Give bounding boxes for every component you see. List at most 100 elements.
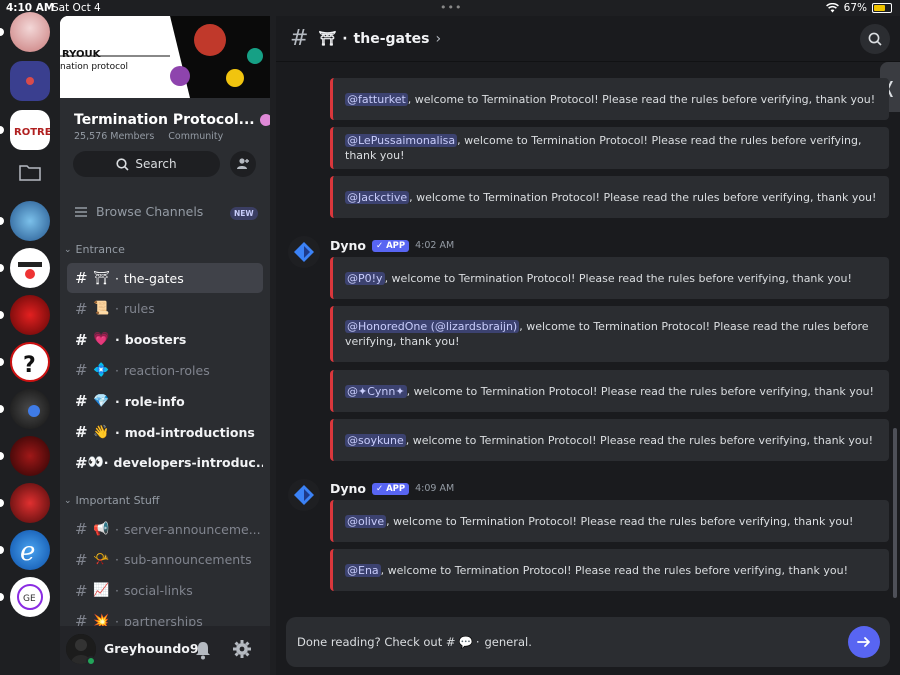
server-icon[interactable] <box>10 248 50 288</box>
sidebar-item-boosters[interactable]: # 💗 · boosters <box>67 325 263 355</box>
guild-name[interactable]: Termination Protocol... › <box>74 112 270 128</box>
user-mention[interactable]: @Ena <box>345 563 381 577</box>
user-mention[interactable]: @✦Cynn✦ <box>345 384 407 398</box>
dyno-bot-icon[interactable] <box>288 479 320 511</box>
message-timestamp: 4:02 AM <box>415 240 455 251</box>
user-mention[interactable]: @HonoredOne (@lizardsbraijn) <box>345 320 520 333</box>
user-mention[interactable]: @LePussaimonalisa <box>345 134 458 147</box>
banner-text: nation protocol <box>60 62 128 72</box>
multitask-dots-icon[interactable]: ••• <box>440 1 462 14</box>
send-button[interactable] <box>848 626 880 658</box>
user-mention[interactable]: @P0!y <box>345 271 385 285</box>
battery-percent: 67% <box>843 2 867 14</box>
sidebar-item-label: rules <box>123 301 155 317</box>
channel-emoji: 💎 <box>93 393 110 409</box>
hash-icon: # <box>290 26 309 51</box>
server-icon[interactable] <box>10 12 50 52</box>
sidebar-item-developers-introduc[interactable]: # 👀 · developers-introduc... <box>67 448 263 478</box>
server-icon[interactable] <box>10 61 50 101</box>
server-icon[interactable] <box>10 295 50 335</box>
welcome-embed: @fatturket, welcome to Termination Proto… <box>330 78 889 120</box>
sidebar-item-server-announceme[interactable]: # 📢 · server-announceme... <box>67 514 263 544</box>
category-important[interactable]: ⌄ Important Stuff <box>64 494 159 507</box>
dyno-bot-icon[interactable] <box>288 236 320 268</box>
sidebar-item-label: mod-introductions <box>124 424 255 440</box>
chevron-down-icon: ⌄ <box>64 495 72 506</box>
channel-emoji: ⛩ <box>318 30 337 47</box>
username[interactable]: Greyhoundo9 <box>104 641 199 656</box>
hash-icon: # <box>75 392 88 411</box>
server-icon[interactable]: ? <box>10 342 50 382</box>
server-rail: ROTRE ? e GE <box>0 0 60 675</box>
user-mention[interactable]: @fatturket <box>345 92 408 106</box>
user-mention[interactable]: @Jackctive <box>345 190 410 204</box>
server-icon[interactable]: e <box>10 530 50 570</box>
server-icon[interactable] <box>10 201 50 241</box>
channel-header[interactable]: # ⛩ · the-gates › <box>276 16 900 62</box>
message-header: Dyno ✓ APP 4:02 AM <box>330 238 454 253</box>
app-badge: ✓ APP <box>372 239 410 252</box>
user-mention[interactable]: @soykune <box>345 433 406 447</box>
sidebar-item-rules[interactable]: # 📜 · rules <box>67 294 263 324</box>
server-icon[interactable] <box>10 389 50 429</box>
sidebar-item-reaction-roles[interactable]: # 💠 · reaction-roles <box>67 355 263 385</box>
sidebar-item-label: server-announceme... <box>123 521 261 537</box>
user-mention[interactable]: @olive <box>345 514 387 528</box>
gear-icon[interactable] <box>232 639 252 663</box>
browse-channels-icon <box>75 206 87 217</box>
sidebar-item-label: the-gates <box>123 270 184 286</box>
message-composer[interactable]: Done reading? Check out # 💬 · general. <box>286 617 890 667</box>
welcome-embed: @Jackctive, welcome to Termination Proto… <box>330 176 889 218</box>
hash-icon: # <box>75 550 88 569</box>
welcome-embed: @✦Cynn✦, welcome to Termination Protocol… <box>330 370 889 412</box>
composer-prefix: Done reading? Check out # <box>297 635 456 649</box>
channel-emoji: 💠 <box>93 362 110 378</box>
browse-channels[interactable]: Browse Channels <box>74 204 203 219</box>
battery-icon <box>872 3 892 13</box>
server-icon[interactable] <box>10 436 50 476</box>
channel-emoji: 👀 <box>87 455 104 471</box>
server-icon[interactable] <box>10 483 50 523</box>
composer-channel-link[interactable]: general. <box>485 635 532 649</box>
hash-icon: # <box>75 361 88 380</box>
hash-icon: # <box>75 520 88 538</box>
server-banner[interactable]: RYOUK nation protocol <box>60 16 270 98</box>
hash-icon: # <box>75 269 88 287</box>
welcome-embed: @P0!y, welcome to Termination Protocol! … <box>330 257 889 299</box>
boost-icon <box>259 114 270 126</box>
welcome-text: , welcome to Termination Protocol! Pleas… <box>380 563 848 577</box>
server-icon[interactable]: GE <box>10 577 50 617</box>
add-member-button[interactable] <box>230 151 256 177</box>
chevron-right-icon: › <box>435 30 442 47</box>
welcome-text: , welcome to Termination Protocol! Pleas… <box>406 384 874 398</box>
chevron-down-icon: ⌄ <box>64 244 72 255</box>
channel-emoji: 📜 <box>93 301 110 317</box>
header-search-button[interactable] <box>860 24 890 54</box>
svg-text:GE: GE <box>23 594 36 604</box>
sidebar-item-sub-announcements[interactable]: # 📯 · sub-announcements <box>67 545 263 575</box>
sidebar-item-the-gates[interactable]: # ⛩ · the-gates <box>67 263 263 293</box>
folder-icon[interactable] <box>10 152 50 192</box>
channel-emoji: 💗 <box>93 332 110 348</box>
online-status-indicator <box>86 656 96 666</box>
chat-area: # ⛩ · the-gates › ❬ @fatturket, welcome … <box>276 16 900 675</box>
member-count: 25,576 Members <box>74 131 155 142</box>
message-author[interactable]: Dyno <box>330 238 366 253</box>
message-author[interactable]: Dyno <box>330 481 366 496</box>
bell-icon[interactable] <box>194 640 212 664</box>
status-right: 67% <box>825 2 892 14</box>
welcome-text: , welcome to Termination Protocol! Pleas… <box>409 190 877 204</box>
scrollbar[interactable] <box>893 428 897 598</box>
app-badge: ✓ APP <box>372 482 410 495</box>
channel-emoji: ⛩ <box>93 270 110 286</box>
welcome-text: , welcome to Termination Protocol! Pleas… <box>407 92 876 106</box>
server-icon[interactable]: ROTRE <box>10 110 50 150</box>
category-entrance[interactable]: ⌄ Entrance <box>64 243 125 256</box>
sidebar-item-mod-introductions[interactable]: # 👋 · mod-introductions <box>67 417 263 447</box>
search-button[interactable]: Search <box>73 151 220 177</box>
sidebar-item-role-info[interactable]: # 💎 · role-info <box>67 386 263 416</box>
sidebar-item-social-links[interactable]: # 📈 · social-links <box>67 576 263 606</box>
svg-text:ROTRE: ROTRE <box>14 127 50 138</box>
hash-icon: # <box>75 423 88 441</box>
sidebar-item-label: boosters <box>124 332 187 348</box>
